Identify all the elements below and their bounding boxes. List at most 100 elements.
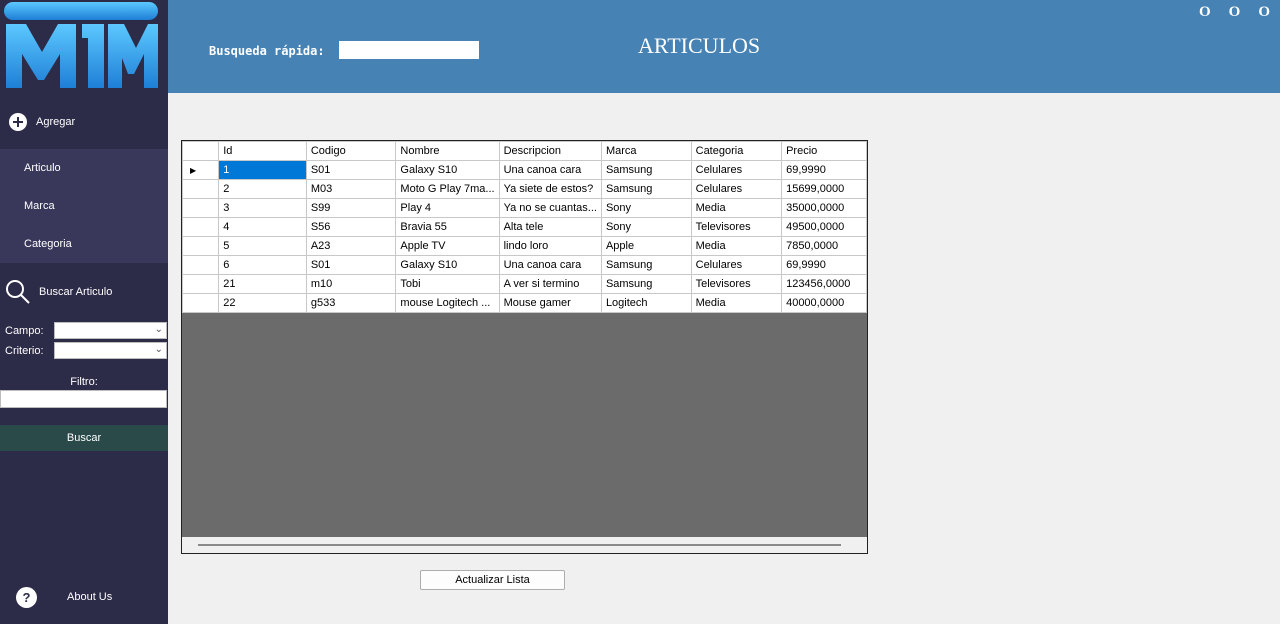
table-cell[interactable]: Media: [690, 236, 783, 256]
table-cell[interactable]: Bravia 55: [395, 217, 500, 237]
table-cell[interactable]: A ver si termino: [498, 274, 602, 294]
table-cell[interactable]: 35000,0000: [781, 198, 867, 218]
table-cell[interactable]: Celulares: [690, 179, 783, 199]
row-header[interactable]: [181, 255, 220, 275]
table-cell[interactable]: 22: [218, 293, 307, 313]
row-header[interactable]: [181, 236, 220, 256]
table-row[interactable]: 3 S99 Play 4 Ya no se cuantas... Sony Media 35…: [181, 198, 867, 218]
table-cell[interactable]: m10: [305, 274, 397, 294]
table-cell[interactable]: S01: [305, 160, 397, 180]
table-cell[interactable]: 21: [218, 274, 307, 294]
table-cell[interactable]: Sony: [600, 198, 692, 218]
table-cell[interactable]: Celulares: [690, 160, 783, 180]
table-cell[interactable]: S56: [305, 217, 397, 237]
table-cell[interactable]: S99: [305, 198, 397, 218]
table-cell[interactable]: 6: [218, 255, 307, 275]
column-header[interactable]: Descripcion: [498, 141, 602, 161]
table-cell[interactable]: Televisores: [690, 217, 783, 237]
column-header[interactable]: Nombre: [395, 141, 500, 161]
column-header[interactable]: Categoria: [690, 141, 783, 161]
table-cell[interactable]: A23: [305, 236, 397, 256]
table-cell[interactable]: 69,9990: [781, 255, 867, 275]
table-cell[interactable]: Samsung: [600, 179, 692, 199]
add-submenu: Articulo Marca Categoria: [0, 149, 168, 263]
submenu-item-categoria[interactable]: Categoria: [0, 225, 168, 263]
table-cell[interactable]: 1: [218, 160, 307, 180]
table-cell[interactable]: mouse Logitech ...: [395, 293, 500, 313]
table-cell[interactable]: Samsung: [600, 274, 692, 294]
table-cell[interactable]: Tobi: [395, 274, 500, 294]
table-cell[interactable]: Logitech: [600, 293, 692, 313]
add-label: Agregar: [36, 116, 76, 128]
table-row[interactable]: ▶ 1 S01 Galaxy S10 Una canoa cara Samsung Celu…: [181, 160, 867, 180]
table-cell[interactable]: Mouse gamer: [498, 293, 602, 313]
table-cell[interactable]: 3: [218, 198, 307, 218]
table-cell[interactable]: 49500,0000: [781, 217, 867, 237]
table-row[interactable]: 21 m10 Tobi A ver si termino Samsung Telev…: [181, 274, 867, 294]
articles-grid[interactable]: Id Codigo Nombre Descripcion Marca Categoria P…: [181, 140, 868, 554]
table-cell[interactable]: Una canoa cara: [498, 255, 602, 275]
search-article-button[interactable]: Buscar Articulo: [0, 273, 168, 311]
add-button[interactable]: Agregar: [0, 100, 168, 144]
filtro-input[interactable]: [0, 390, 167, 408]
row-header[interactable]: [181, 293, 220, 313]
row-header[interactable]: [181, 198, 220, 218]
table-cell[interactable]: Ya no se cuantas...: [498, 198, 602, 218]
column-header[interactable]: Codigo: [305, 141, 397, 161]
table-cell[interactable]: 69,9990: [781, 160, 867, 180]
table-row[interactable]: 4 S56 Bravia 55 Alta tele Sony Televisores 495…: [181, 217, 867, 237]
buscar-button[interactable]: Buscar: [0, 425, 168, 451]
row-header[interactable]: [181, 179, 220, 199]
table-cell[interactable]: 15699,0000: [781, 179, 867, 199]
table-row[interactable]: 5 A23 Apple TV lindo loro Apple Media 7850,000…: [181, 236, 867, 256]
about-us-button[interactable]: ? About Us: [0, 580, 168, 614]
refresh-list-button[interactable]: Actualizar Lista: [420, 570, 565, 590]
table-cell[interactable]: 5: [218, 236, 307, 256]
column-header[interactable]: Marca: [600, 141, 692, 161]
table-cell[interactable]: Apple: [600, 236, 692, 256]
search-article-label: Buscar Articulo: [39, 286, 113, 298]
table-cell[interactable]: Moto G Play 7ma...: [395, 179, 500, 199]
table-row[interactable]: 2 M03 Moto G Play 7ma... Ya siete de estos?…: [181, 179, 867, 199]
quick-search-input[interactable]: [339, 41, 479, 59]
table-cell[interactable]: M03: [305, 179, 397, 199]
table-cell[interactable]: g533: [305, 293, 397, 313]
table-cell[interactable]: Galaxy S10: [395, 160, 500, 180]
table-cell[interactable]: S01: [305, 255, 397, 275]
criterio-select[interactable]: ⌄: [54, 342, 167, 359]
table-row[interactable]: 6 S01 Galaxy S10 Una canoa cara Samsung Celul…: [181, 255, 867, 275]
column-header[interactable]: Precio: [781, 141, 867, 161]
table-cell[interactable]: Media: [690, 198, 783, 218]
table-cell[interactable]: 123456,0000: [781, 274, 867, 294]
table-cell[interactable]: Celulares: [690, 255, 783, 275]
table-cell[interactable]: Apple TV: [395, 236, 500, 256]
table-row[interactable]: 22 g533 mouse Logitech ... Mouse gamer Logi…: [181, 293, 867, 313]
submenu-item-marca[interactable]: Marca: [0, 187, 168, 225]
table-cell[interactable]: 7850,0000: [781, 236, 867, 256]
table-cell[interactable]: Sony: [600, 217, 692, 237]
table-cell[interactable]: 2: [218, 179, 307, 199]
maximize-button[interactable]: O: [1229, 4, 1241, 21]
table-cell[interactable]: Play 4: [395, 198, 500, 218]
table-cell[interactable]: Samsung: [600, 160, 692, 180]
table-cell[interactable]: Galaxy S10: [395, 255, 500, 275]
table-cell[interactable]: 40000,0000: [781, 293, 867, 313]
row-header[interactable]: [181, 274, 220, 294]
table-cell[interactable]: Alta tele: [498, 217, 602, 237]
table-cell[interactable]: Televisores: [690, 274, 783, 294]
scrollbar-thumb[interactable]: [198, 544, 841, 546]
campo-select[interactable]: ⌄: [54, 322, 167, 339]
table-cell[interactable]: Media: [690, 293, 783, 313]
table-cell[interactable]: 4: [218, 217, 307, 237]
close-button[interactable]: O: [1258, 4, 1270, 21]
table-cell[interactable]: lindo loro: [498, 236, 602, 256]
row-header[interactable]: [181, 217, 220, 237]
table-cell[interactable]: Samsung: [600, 255, 692, 275]
horizontal-scrollbar[interactable]: [182, 537, 867, 553]
table-cell[interactable]: Una canoa cara: [498, 160, 602, 180]
column-header[interactable]: Id: [218, 141, 307, 161]
row-header[interactable]: ▶: [181, 160, 220, 180]
minimize-button[interactable]: O: [1199, 4, 1211, 21]
submenu-item-articulo[interactable]: Articulo: [0, 149, 168, 187]
table-cell[interactable]: Ya siete de estos?: [498, 179, 602, 199]
